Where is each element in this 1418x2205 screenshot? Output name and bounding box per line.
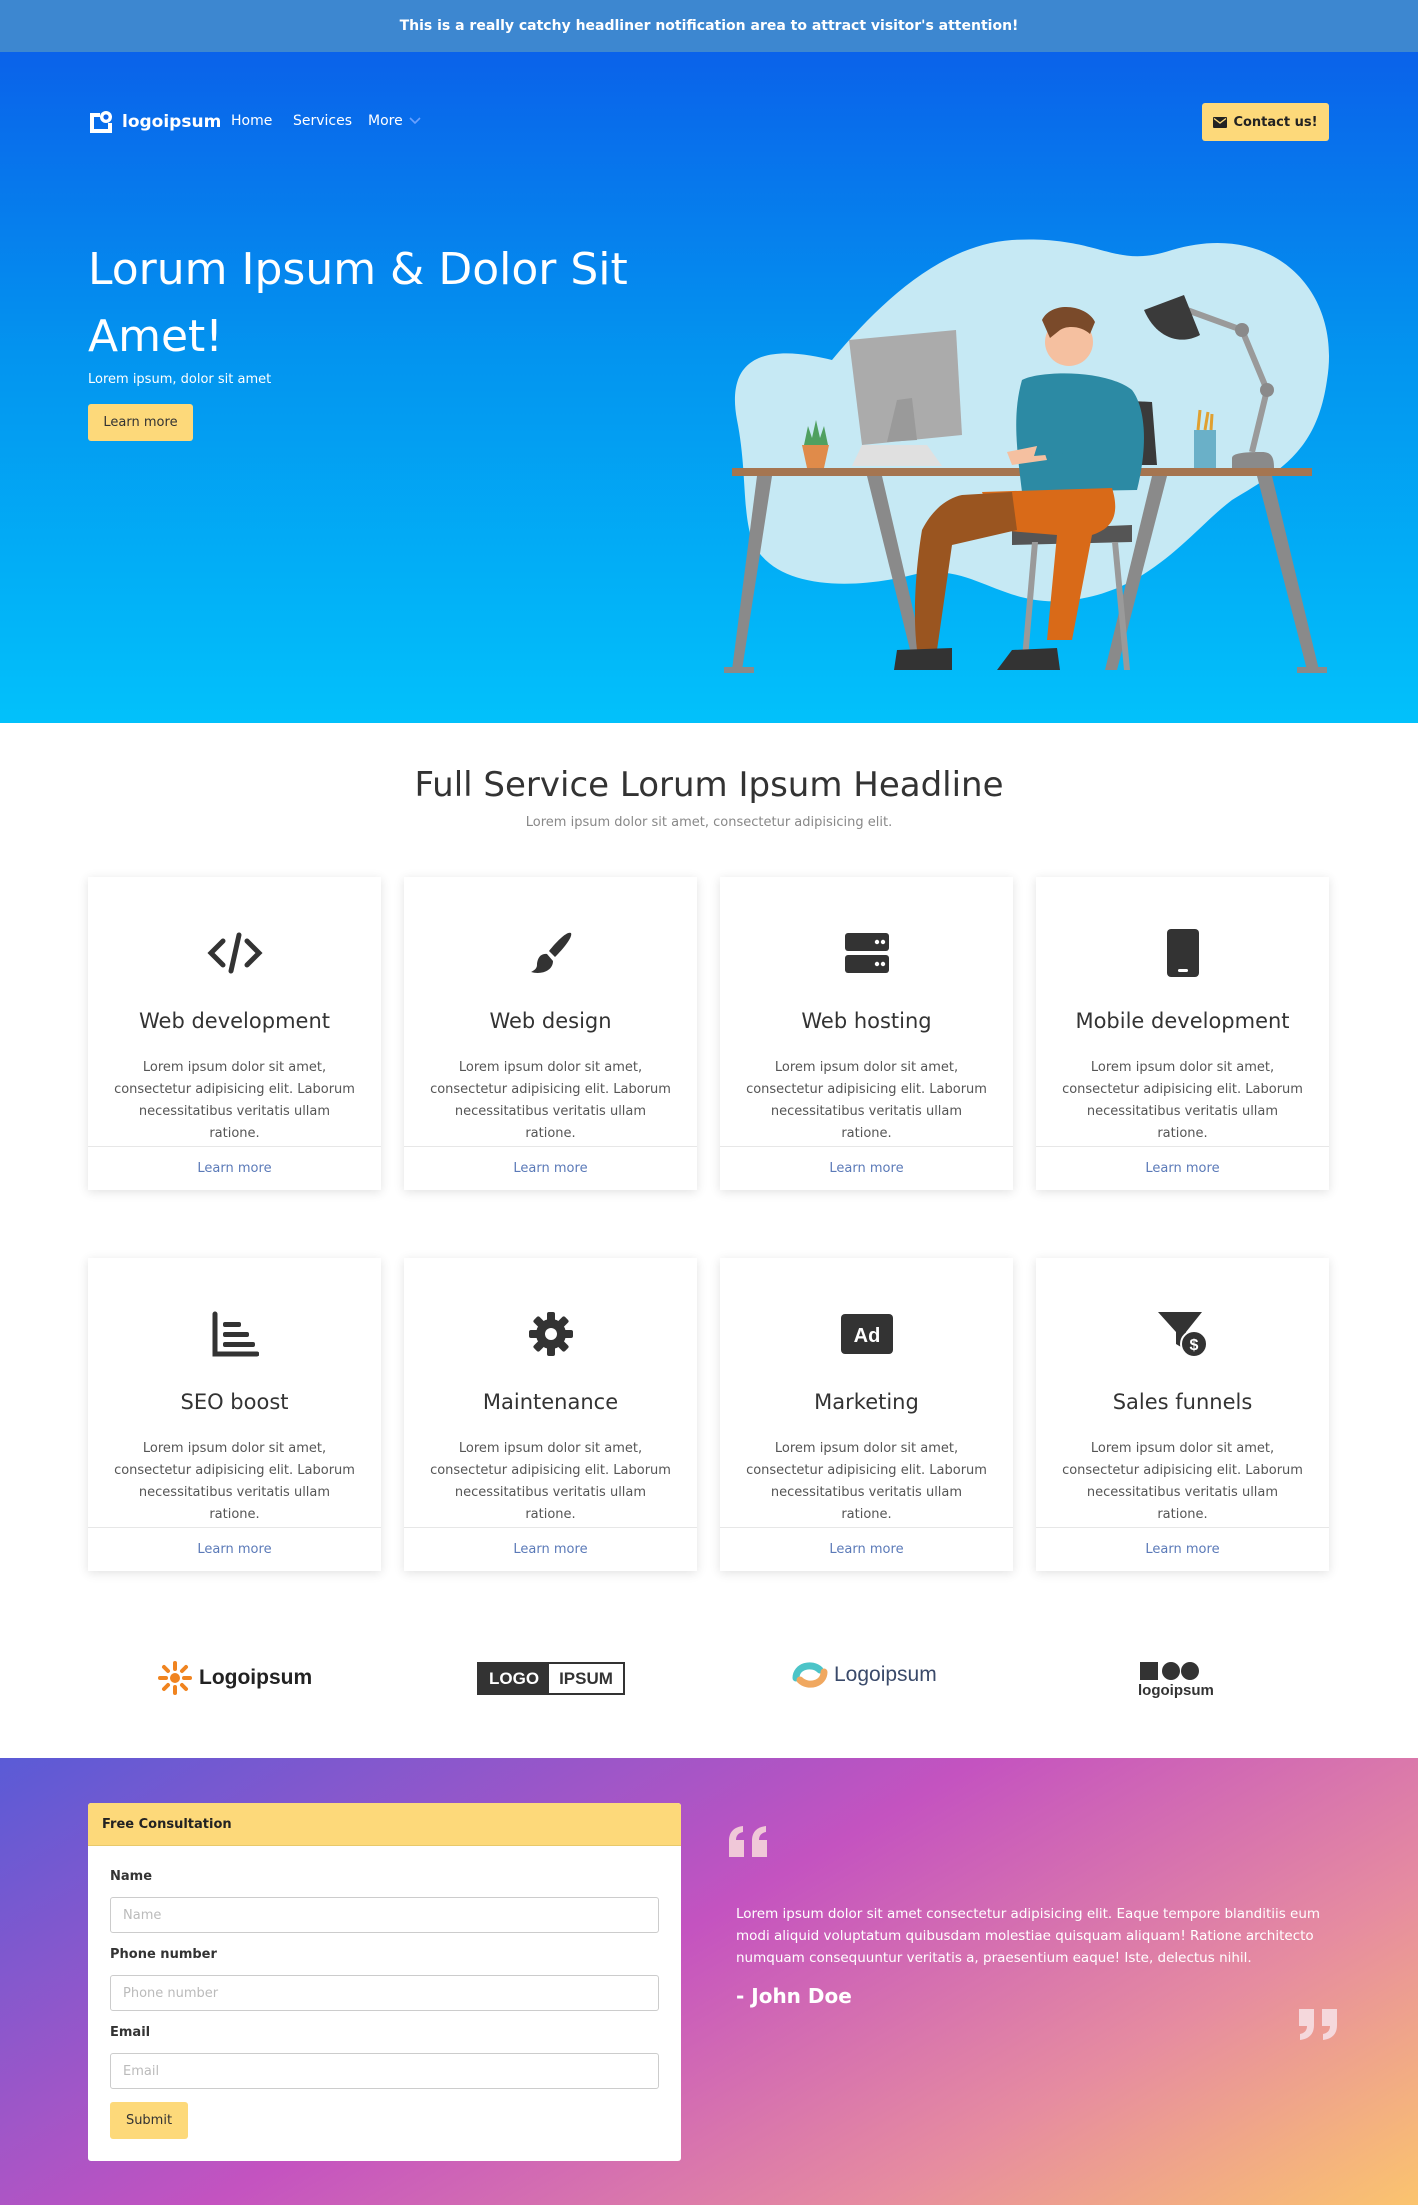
partner-logos: Logoipsum LOGO IPSUM Logoipsum logoipsum xyxy=(0,1650,1418,1710)
sunburst-icon xyxy=(158,1661,192,1695)
service-card: Web development Lorem ipsum dolor sit am… xyxy=(88,877,381,1190)
contact-label: Contact us! xyxy=(1233,114,1318,130)
service-title: Marketing xyxy=(814,1390,919,1414)
service-text: Lorem ipsum dolor sit amet, consectetur … xyxy=(114,1060,355,1141)
service-title: Web development xyxy=(139,1009,330,1033)
service-learn-more-link[interactable]: Learn more xyxy=(1036,1527,1329,1571)
desk-foot xyxy=(724,667,754,673)
chart-bar-icon xyxy=(212,1311,259,1357)
service-learn-more-link[interactable]: Learn more xyxy=(720,1527,1013,1571)
quote-close-icon xyxy=(1299,2009,1337,2040)
partner-logo-3: Logoipsum xyxy=(792,1660,937,1690)
funnel-dollar-icon: $ xyxy=(1157,1312,1208,1358)
desk-worker-illustration xyxy=(724,239,1330,673)
service-card: Ad Marketing Lorem ipsum dolor sit amet,… xyxy=(720,1258,1013,1571)
hero-learn-more-button[interactable]: Learn more xyxy=(88,404,193,441)
lamp-joint xyxy=(1235,323,1249,337)
nav-more-dropdown[interactable]: More xyxy=(368,113,421,129)
ad-icon: Ad xyxy=(840,1314,893,1354)
notification-bar: This is a really catchy headliner notifi… xyxy=(0,0,1418,52)
email-field[interactable] xyxy=(110,2053,659,2089)
service-text: Lorem ipsum dolor sit amet, consectetur … xyxy=(1062,1441,1303,1522)
submit-button[interactable]: Submit xyxy=(110,2102,188,2139)
service-learn-more-link[interactable]: Learn more xyxy=(720,1146,1013,1190)
quote-open-icon xyxy=(729,1826,767,1857)
consultation-form: Free Consultation Name Phone number Emai… xyxy=(88,1803,681,2161)
hero-title: Lorum Ipsum & Dolor Sit Amet! xyxy=(88,244,628,362)
service-title: Maintenance xyxy=(482,1390,619,1414)
nav-home[interactable]: Home xyxy=(231,113,272,129)
partner-logo-1-text: Logoipsum xyxy=(199,1666,313,1689)
logo-mark-icon xyxy=(90,111,112,133)
service-text: Lorem ipsum dolor sit amet, consectetur … xyxy=(746,1060,987,1141)
service-learn-more-link[interactable]: Learn more xyxy=(404,1146,697,1190)
service-title: Mobile development xyxy=(1075,1009,1290,1033)
name-field[interactable] xyxy=(110,1897,659,1933)
service-text: Lorem ipsum dolor sit amet, consectetur … xyxy=(746,1441,987,1522)
shoe xyxy=(894,648,952,670)
service-learn-more-link[interactable]: Learn more xyxy=(88,1146,381,1190)
lamp-base xyxy=(1232,452,1274,468)
site-logo[interactable]: logoipsum xyxy=(88,109,221,135)
service-learn-more-link[interactable]: Learn more xyxy=(88,1527,381,1571)
service-text: Lorem ipsum dolor sit amet, consectetur … xyxy=(430,1441,671,1522)
service-card: Web hosting Lorem ipsum dolor sit amet, … xyxy=(720,877,1013,1190)
service-learn-more-link[interactable]: Learn more xyxy=(404,1527,697,1571)
gear-icon xyxy=(528,1312,573,1356)
mobile-icon xyxy=(1166,929,1199,977)
service-card: $ Sales funnels Lorem ipsum dolor sit am… xyxy=(1036,1258,1329,1571)
service-text: Lorem ipsum dolor sit amet, consectetur … xyxy=(1062,1060,1303,1141)
partner-logo-2-a: LOGO xyxy=(479,1664,550,1693)
service-card: Mobile development Lorem ipsum dolor sit… xyxy=(1036,877,1329,1190)
lamp-joint xyxy=(1260,383,1274,397)
email-label: Email xyxy=(110,2025,151,2040)
paintbrush-icon xyxy=(530,932,571,973)
partner-logo-2: LOGO IPSUM xyxy=(477,1662,625,1695)
desk-leg xyxy=(1257,476,1319,670)
testimonial-author: - John Doe xyxy=(736,1984,852,2008)
service-title: Web hosting xyxy=(801,1009,932,1033)
shapes-icon xyxy=(1140,1662,1199,1680)
form-header-title: Free Consultation xyxy=(102,1816,232,1832)
code-icon xyxy=(206,932,263,974)
service-card: Web design Lorem ipsum dolor sit amet, c… xyxy=(404,877,697,1190)
form-header: Free Consultation xyxy=(88,1803,681,1846)
contact-button[interactable]: Contact us! xyxy=(1202,103,1329,141)
service-text: Lorem ipsum dolor sit amet, consectetur … xyxy=(114,1441,355,1522)
partner-logo-4-text: logoipsum xyxy=(1138,1682,1214,1699)
services-subtitle: Lorem ipsum dolor sit amet, consectetur … xyxy=(525,815,893,830)
service-title: SEO boost xyxy=(180,1390,289,1414)
service-learn-more-link[interactable]: Learn more xyxy=(1036,1146,1329,1190)
swirl-icon xyxy=(792,1662,828,1688)
hero-subtitle: Lorem ipsum, dolor sit amet xyxy=(88,372,272,387)
service-card: Maintenance Lorem ipsum dolor sit amet, … xyxy=(404,1258,697,1571)
shoe xyxy=(997,648,1060,670)
name-label: Name xyxy=(110,1869,153,1884)
partner-logo-2-b: IPSUM xyxy=(559,1669,613,1688)
service-title: Sales funnels xyxy=(1112,1390,1253,1414)
phone-label: Phone number xyxy=(110,1947,217,1962)
phone-field[interactable] xyxy=(110,1975,659,2011)
nav-more-label: More xyxy=(368,113,403,129)
svg-text:Ad: Ad xyxy=(853,1325,880,1347)
keyboard xyxy=(852,445,942,466)
testimonial-text: Lorem ipsum dolor sit amet consectetur a… xyxy=(736,1906,1321,1966)
notification-text: This is a really catchy headliner notifi… xyxy=(399,18,1019,34)
svg-text:$: $ xyxy=(1189,1337,1198,1354)
server-icon xyxy=(844,933,889,973)
chevron-down-icon xyxy=(409,117,421,125)
partner-logo-4: logoipsum xyxy=(1138,1660,1214,1699)
services-title: Full Service Lorum Ipsum Headline xyxy=(414,765,1004,805)
logo-text: logoipsum xyxy=(122,112,222,132)
partner-logo-1: Logoipsum xyxy=(157,1660,312,1696)
envelope-icon xyxy=(1213,116,1228,128)
nav-services[interactable]: Services xyxy=(293,113,352,129)
pen-cup xyxy=(1194,430,1216,468)
service-text: Lorem ipsum dolor sit amet, consectetur … xyxy=(430,1060,671,1141)
partner-logo-3-text: Logoipsum xyxy=(834,1663,937,1686)
desk-foot xyxy=(1297,667,1327,673)
person-arm xyxy=(1034,430,1082,456)
service-title: Web design xyxy=(489,1009,612,1033)
service-card: SEO boost Lorem ipsum dolor sit amet, co… xyxy=(88,1258,381,1571)
